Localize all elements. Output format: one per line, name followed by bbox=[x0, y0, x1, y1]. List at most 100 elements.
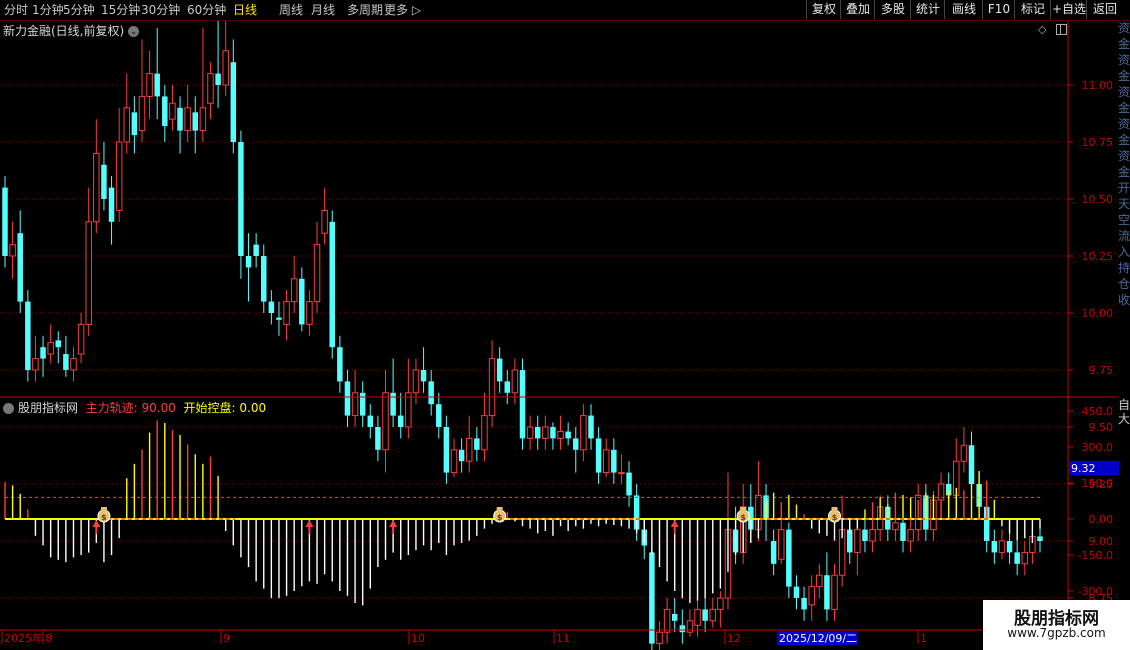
period-tab-8[interactable]: 月线 bbox=[311, 2, 335, 18]
price-tick-label-4: 10.00 bbox=[1082, 307, 1114, 320]
candle-body-75 bbox=[573, 438, 579, 450]
candle-19 bbox=[146, 50, 153, 120]
candle-body-107 bbox=[816, 574, 823, 588]
candle-37 bbox=[283, 290, 290, 341]
candle-body-58 bbox=[443, 427, 450, 473]
candle-body-81 bbox=[618, 472, 625, 475]
candle-body-12 bbox=[93, 152, 100, 223]
candle-131 bbox=[998, 529, 1006, 560]
candle-106 bbox=[808, 575, 815, 621]
candle-41 bbox=[313, 221, 321, 313]
money-bag-neck bbox=[740, 507, 747, 511]
chevron-down-icon[interactable]: ⌄ bbox=[128, 26, 140, 37]
period-tab-0[interactable]: 分时 bbox=[4, 2, 28, 18]
candle-body-133 bbox=[1014, 552, 1020, 564]
period-tab-6[interactable]: 日线 bbox=[233, 2, 257, 18]
chart-canvas[interactable]: 11.0010.7510.5010.2510.009.759.509.259.0… bbox=[0, 0, 1130, 650]
candle-body-136 bbox=[1037, 536, 1043, 541]
candle-75 bbox=[573, 427, 579, 473]
toolbar-button-6[interactable]: 标记 bbox=[1014, 0, 1051, 19]
candle-body-67 bbox=[511, 369, 519, 394]
candle-10 bbox=[77, 313, 85, 364]
up-arrow-head bbox=[670, 520, 679, 527]
candle-body-34 bbox=[261, 256, 267, 302]
candle-61 bbox=[465, 415, 473, 473]
period-tab-7[interactable]: 周线 bbox=[279, 2, 303, 18]
date-axis: 2025年 8 9 10 11 12 2025/12/09/二 1 bbox=[0, 629, 1118, 645]
candle-48 bbox=[367, 404, 374, 439]
money-bag-neck bbox=[496, 507, 503, 511]
toolbar-button-3[interactable]: 统计 bbox=[910, 0, 945, 19]
candle-body-132 bbox=[1006, 541, 1013, 553]
candle-22 bbox=[169, 85, 176, 131]
panel-toggle-icon[interactable] bbox=[1056, 24, 1067, 35]
candle-body-29 bbox=[222, 50, 229, 86]
candle-body-71 bbox=[542, 426, 549, 439]
period-tab-5[interactable]: 60分钟 bbox=[187, 2, 226, 18]
candle-body-24 bbox=[184, 107, 191, 132]
candle-body-4 bbox=[32, 358, 39, 371]
candle-body-23 bbox=[177, 107, 183, 131]
toolbar-button-7[interactable]: +自选 bbox=[1050, 0, 1087, 19]
price-tick-label-2: 10.50 bbox=[1082, 193, 1114, 206]
candle-55 bbox=[420, 347, 427, 393]
period-tab-1[interactable]: 1分钟 bbox=[32, 2, 64, 18]
toolbar-button-2[interactable]: 多股 bbox=[874, 0, 911, 19]
candle-body-42 bbox=[321, 209, 328, 234]
indicator-menu-icon[interactable] bbox=[3, 403, 14, 414]
toolbar-button-5[interactable]: F10 bbox=[982, 0, 1015, 19]
stock-title: 新力金融(日线,前复权) bbox=[3, 24, 125, 38]
period-tab-10[interactable]: 更多 ▷ bbox=[384, 2, 421, 18]
candle-77 bbox=[588, 404, 594, 450]
candle-79 bbox=[602, 438, 610, 478]
candle-13 bbox=[101, 142, 107, 211]
diamond-icon[interactable]: ◇ bbox=[1038, 23, 1046, 36]
candle-body-20 bbox=[154, 73, 160, 97]
candle-89 bbox=[679, 609, 686, 644]
candle-50 bbox=[382, 370, 389, 473]
toolbar-button-1[interactable]: 叠加 bbox=[840, 0, 875, 19]
candle-44 bbox=[337, 335, 343, 393]
candle-body-113 bbox=[862, 529, 868, 541]
main-trajectory-label: 主力轨迹: 90.00 bbox=[85, 401, 176, 415]
price-tick-label-6: 9.50 bbox=[1089, 421, 1114, 434]
candle-body-32 bbox=[245, 256, 252, 268]
candle-body-54 bbox=[412, 369, 420, 394]
candle-16 bbox=[123, 73, 131, 154]
candle-0 bbox=[2, 176, 8, 268]
candle-66 bbox=[504, 370, 511, 405]
candle-32 bbox=[245, 233, 252, 302]
candle-body-33 bbox=[253, 244, 259, 256]
period-tab-9[interactable]: 多周期 bbox=[347, 2, 383, 18]
money-bag-sign: $ bbox=[740, 513, 746, 522]
candle-body-53 bbox=[405, 392, 412, 428]
toolbar-button-8[interactable]: 返回 bbox=[1086, 0, 1123, 19]
period-tab-3[interactable]: 15分钟 bbox=[101, 2, 140, 18]
candle-93 bbox=[709, 598, 716, 628]
candle-46 bbox=[351, 370, 359, 427]
toolbar-button-4[interactable]: 画线 bbox=[944, 0, 983, 19]
toolbar-button-0[interactable]: 复权 bbox=[806, 0, 841, 19]
candle-2 bbox=[17, 210, 23, 313]
right-side-panel[interactable]: 资金资金资金资金资金开天空流入持仓收 bbox=[1118, 20, 1130, 400]
candle-20 bbox=[154, 28, 160, 120]
candle-body-92 bbox=[702, 609, 708, 621]
candle-63 bbox=[481, 392, 488, 462]
x-tick-label-5: 12 bbox=[727, 632, 741, 645]
candle-42 bbox=[321, 187, 328, 245]
period-tab-2[interactable]: 5分钟 bbox=[63, 2, 95, 18]
up-arrow-icon bbox=[305, 520, 314, 534]
watermark: 股朋指标网 www.7gpzb.com bbox=[983, 600, 1130, 650]
candle-36 bbox=[276, 301, 282, 336]
candle-62 bbox=[474, 427, 480, 462]
candle-body-47 bbox=[359, 392, 366, 416]
candle-body-73 bbox=[557, 431, 564, 439]
candle-body-86 bbox=[656, 631, 663, 645]
period-tab-4[interactable]: 30分钟 bbox=[141, 2, 180, 18]
right-side-panel-2[interactable]: 自大 bbox=[1118, 398, 1130, 438]
candle-body-61 bbox=[465, 437, 473, 462]
candle-49 bbox=[375, 415, 381, 462]
candle-body-36 bbox=[276, 317, 282, 320]
candle-body-45 bbox=[344, 381, 351, 416]
candle-body-94 bbox=[717, 597, 724, 610]
